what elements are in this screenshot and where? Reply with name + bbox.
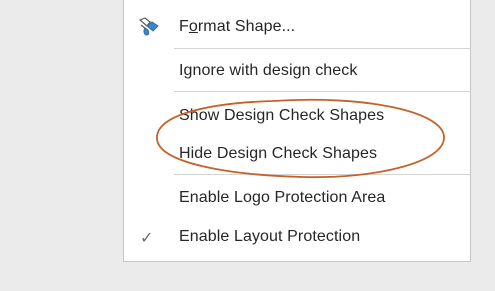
menu-separator [174,91,470,92]
screenshot-canvas: Format Shape... Ignore with design check… [0,0,495,291]
menu-item-ignore-design-check[interactable]: Ignore with design check [124,53,470,89]
menu-item-label: Enable Logo Protection Area [179,189,386,206]
checkmark-icon: ✓ [140,230,154,247]
menu-item-hide-design-check-shapes[interactable]: Hide Design Check Shapes [124,136,470,172]
menu-separator [174,48,470,49]
menu-item-enable-layout-protection[interactable]: ✓ Enable Layout Protection [124,219,470,255]
menu-item-label: Enable Layout Protection [179,228,361,245]
menu-item-show-design-check-shapes[interactable]: Show Design Check Shapes [124,98,470,134]
menu-item-label: Ignore with design check [179,62,358,79]
menu-item-label: Show Design Check Shapes [179,107,385,124]
format-shape-icon [138,17,160,37]
menu-item-label: Format Shape... [179,18,296,35]
context-menu: Format Shape... Ignore with design check… [123,0,471,262]
menu-item-label: Hide Design Check Shapes [179,145,378,162]
menu-item-enable-logo-protection-area[interactable]: Enable Logo Protection Area [124,180,470,216]
menu-item-format-shape[interactable]: Format Shape... [124,9,470,45]
menu-separator [174,174,470,175]
